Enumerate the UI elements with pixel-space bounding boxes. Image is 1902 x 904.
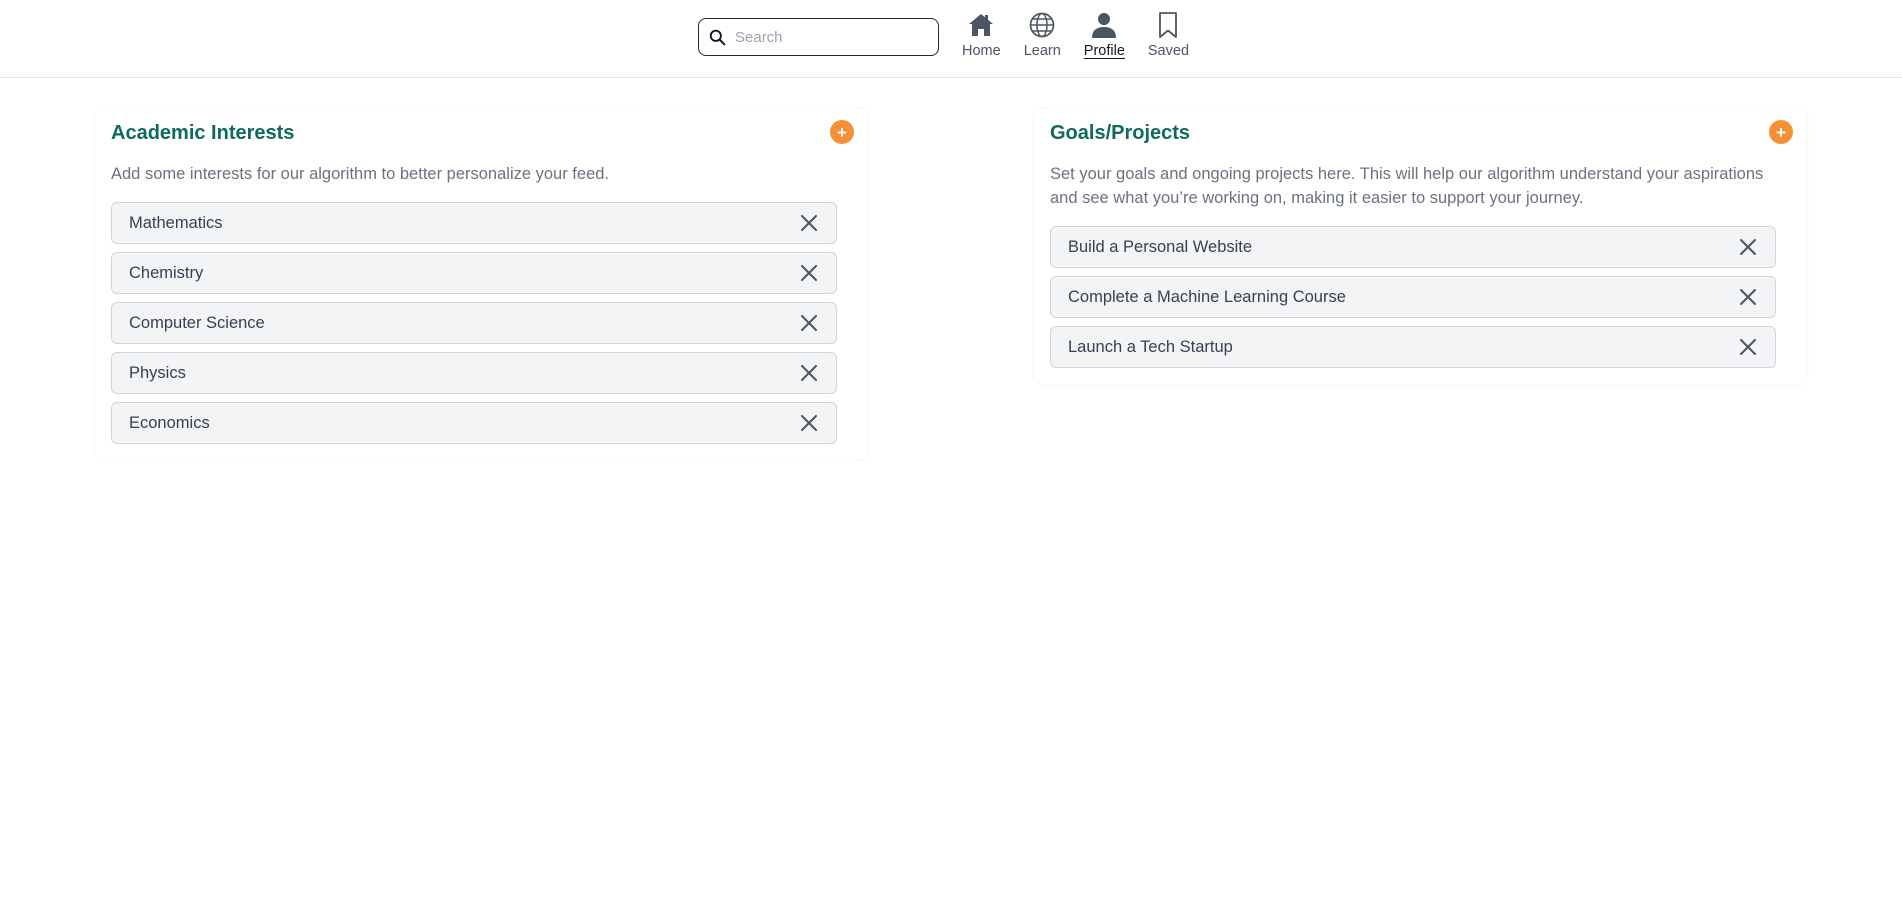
home-icon bbox=[969, 14, 994, 36]
nav-learn-label: Learn bbox=[1023, 43, 1061, 59]
list-item: Build a Personal Website bbox=[1050, 226, 1776, 268]
goals-projects-description: Set your goals and ongoing projects here… bbox=[1050, 165, 1764, 207]
interest-label: Computer Science bbox=[129, 313, 265, 332]
list-item: Chemistry bbox=[111, 252, 837, 294]
close-icon bbox=[1740, 289, 1756, 305]
close-icon bbox=[801, 415, 817, 431]
search-box[interactable] bbox=[698, 18, 939, 56]
list-item: Complete a Machine Learning Course bbox=[1050, 276, 1776, 318]
list-item: Economics bbox=[111, 402, 837, 444]
goal-label: Launch a Tech Startup bbox=[1068, 337, 1233, 356]
list-item: Launch a Tech Startup bbox=[1050, 326, 1776, 368]
add-interest-button[interactable]: + bbox=[830, 120, 854, 144]
search-icon bbox=[709, 29, 726, 45]
academic-interests-title: Academic Interests bbox=[111, 122, 295, 144]
bookmark-icon bbox=[1159, 12, 1178, 38]
remove-button[interactable] bbox=[798, 212, 820, 234]
interest-label: Economics bbox=[129, 413, 210, 432]
add-goal-button[interactable]: + bbox=[1769, 120, 1793, 144]
close-icon bbox=[1740, 239, 1756, 255]
search-input[interactable] bbox=[735, 28, 925, 46]
remove-button[interactable] bbox=[1737, 286, 1759, 308]
list-item: Physics bbox=[111, 352, 837, 394]
user-icon bbox=[1092, 13, 1117, 38]
main-nav: Home Learn Profile Saved bbox=[962, 10, 1212, 68]
close-icon bbox=[801, 215, 817, 231]
nav-saved-label: Saved bbox=[1147, 43, 1190, 59]
goals-projects-title: Goals/Projects bbox=[1050, 122, 1191, 144]
interest-label: Chemistry bbox=[129, 263, 204, 282]
interest-label: Mathematics bbox=[129, 213, 223, 232]
close-icon bbox=[801, 365, 817, 381]
interests-list: Mathematics Chemistry Computer Science P… bbox=[111, 202, 837, 452]
remove-button[interactable] bbox=[1737, 236, 1759, 258]
close-icon bbox=[801, 265, 817, 281]
academic-interests-description: Add some interests for our algorithm to … bbox=[111, 165, 610, 183]
remove-button[interactable] bbox=[1737, 336, 1759, 358]
nav-saved[interactable]: Saved bbox=[1148, 10, 1189, 68]
goal-label: Complete a Machine Learning Course bbox=[1068, 287, 1346, 306]
nav-profile-label: Profile bbox=[1083, 43, 1125, 59]
remove-button[interactable] bbox=[798, 362, 820, 384]
close-icon bbox=[801, 315, 817, 331]
nav-profile[interactable]: Profile bbox=[1084, 10, 1125, 68]
goals-list: Build a Personal Website Complete a Mach… bbox=[1050, 226, 1776, 376]
remove-button[interactable] bbox=[798, 412, 820, 434]
remove-button[interactable] bbox=[798, 312, 820, 334]
nav-home[interactable]: Home bbox=[962, 10, 1001, 68]
interest-label: Physics bbox=[129, 363, 186, 382]
goals-projects-card: Goals/Projects + Set your goals and ongo… bbox=[1034, 108, 1807, 384]
list-item: Mathematics bbox=[111, 202, 837, 244]
list-item: Computer Science bbox=[111, 302, 837, 344]
top-navigation-bar: Home Learn Profile bbox=[0, 0, 1902, 78]
academic-interests-card: Academic Interests + Add some interests … bbox=[95, 108, 868, 460]
nav-home-label: Home bbox=[962, 43, 1001, 59]
goal-label: Build a Personal Website bbox=[1068, 237, 1253, 256]
close-icon bbox=[1740, 339, 1756, 355]
globe-icon bbox=[1029, 12, 1055, 38]
remove-button[interactable] bbox=[798, 262, 820, 284]
nav-learn[interactable]: Learn bbox=[1024, 10, 1061, 68]
